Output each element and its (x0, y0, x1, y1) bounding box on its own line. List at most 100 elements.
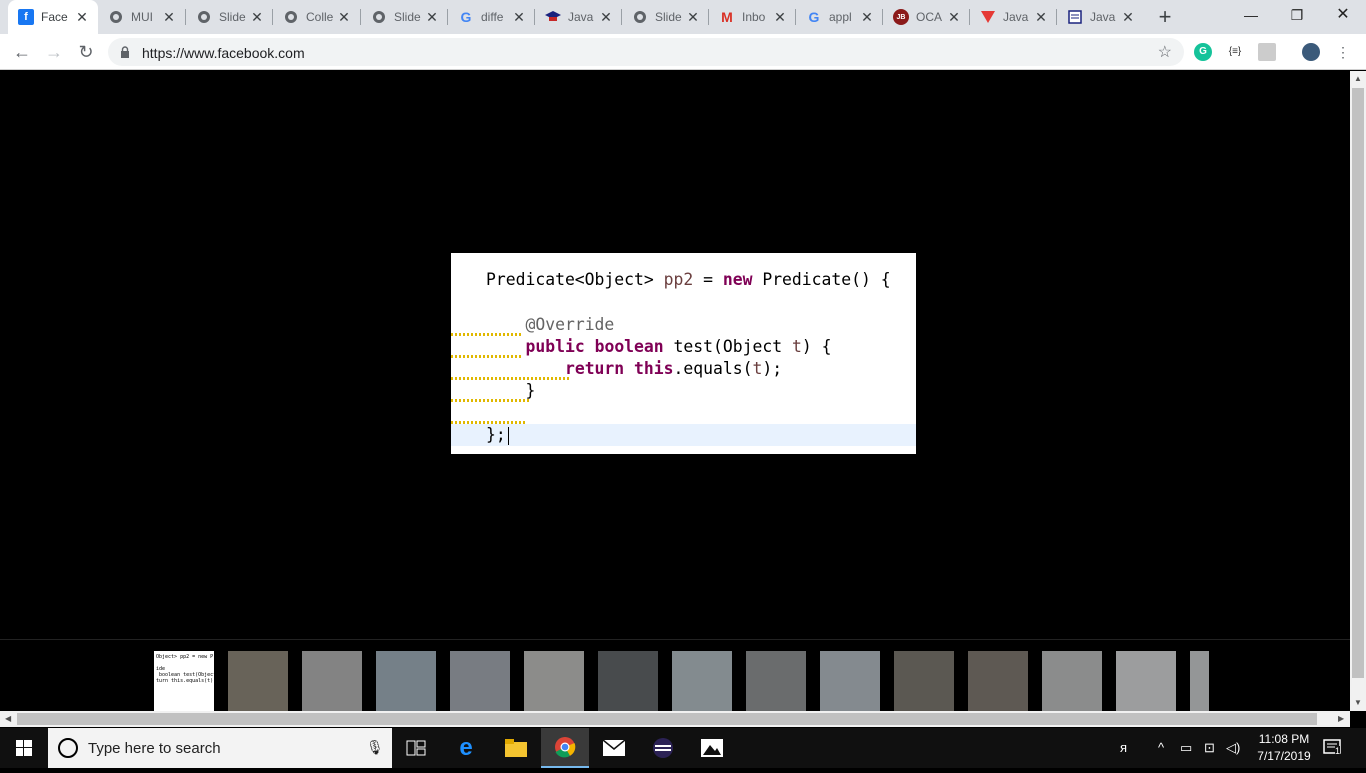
close-window-button[interactable]: ✕ (1320, 0, 1366, 30)
close-tab-icon[interactable]: ✕ (859, 9, 875, 25)
thumbnail[interactable] (672, 651, 732, 711)
close-tab-icon[interactable]: ✕ (1120, 9, 1136, 25)
tab-oca[interactable]: JB OCA ✕ (883, 0, 970, 34)
tab-mui[interactable]: MUI ✕ (98, 0, 185, 34)
json-viewer-icon[interactable]: {≡} (1226, 43, 1244, 61)
close-tab-icon[interactable]: ✕ (946, 9, 962, 25)
close-tab-icon[interactable]: ✕ (598, 9, 614, 25)
close-tab-icon[interactable]: ✕ (772, 9, 788, 25)
bookmark-star-icon[interactable]: ☆ (1158, 42, 1172, 62)
chrome-app[interactable] (541, 728, 589, 768)
scroll-left-icon[interactable]: ◀ (5, 714, 11, 723)
tab-google-apply[interactable]: G appl ✕ (796, 0, 883, 34)
scroll-right-icon[interactable]: ▶ (1338, 714, 1344, 723)
scroll-down-icon[interactable]: ▼ (1354, 698, 1362, 707)
photos-app[interactable] (688, 728, 736, 768)
close-tab-icon[interactable]: ✕ (249, 9, 265, 25)
thumbnail[interactable] (524, 651, 584, 711)
thumbnail[interactable] (598, 651, 658, 711)
new-tab-button[interactable]: + (1152, 4, 1178, 30)
tab-title: MUI (131, 10, 153, 24)
action-center-button[interactable]: 1 (1322, 738, 1346, 758)
scroll-up-icon[interactable]: ▲ (1354, 74, 1362, 83)
reload-button[interactable]: ↻ (74, 40, 98, 64)
code-line-5: return this.equals(t); (564, 359, 783, 378)
taskbar-search[interactable]: Type here to search 🎙 (48, 728, 392, 768)
system-clock[interactable]: 11:08 PM 7/17/2019 (1238, 731, 1330, 765)
microphone-icon[interactable]: 🎙 (366, 739, 384, 756)
close-tab-icon[interactable]: ✕ (1033, 9, 1049, 25)
task-view-button[interactable] (392, 728, 440, 768)
notification-count: 1 (1335, 746, 1341, 756)
avatar[interactable] (1302, 43, 1320, 61)
network-icon[interactable]: ⊡ (1204, 740, 1215, 756)
close-tab-icon[interactable]: ✕ (424, 9, 440, 25)
menu-icon[interactable]: ⋮ (1334, 43, 1352, 61)
file-explorer-app[interactable] (492, 728, 540, 768)
thumbnail[interactable] (228, 651, 288, 711)
tab-java-2[interactable]: Java ✕ (970, 0, 1057, 34)
close-tab-icon[interactable]: ✕ (336, 9, 352, 25)
close-tab-icon[interactable]: ✕ (511, 9, 527, 25)
tab-title: Inbo (742, 10, 766, 24)
grammarly-icon[interactable]: G (1194, 43, 1212, 61)
google-icon: G (460, 9, 472, 25)
eclipse-icon (653, 738, 673, 758)
close-tab-icon[interactable]: ✕ (685, 9, 701, 25)
vertical-scroll-thumb[interactable] (1352, 88, 1364, 678)
thumbnail[interactable] (746, 651, 806, 711)
mail-app[interactable] (590, 728, 638, 768)
thumbnail[interactable] (968, 651, 1028, 711)
edge-app[interactable]: e (442, 728, 490, 768)
tab-java-1[interactable]: Java ✕ (535, 0, 622, 34)
close-tab-icon[interactable]: ✕ (74, 9, 90, 25)
thumbnail[interactable] (1042, 651, 1102, 711)
close-tab-icon[interactable]: ✕ (161, 9, 177, 25)
back-button[interactable]: ← (10, 40, 34, 64)
extension-icon[interactable] (1258, 43, 1276, 61)
tab-slide-1[interactable]: Slide ✕ (186, 0, 273, 34)
tab-title: Face (41, 10, 68, 24)
people-icon[interactable]: ᴙ (1120, 740, 1127, 755)
thumbnail-selected[interactable]: Object> pp2 = new Pr ide boolean test(Ob… (154, 651, 214, 711)
restore-button[interactable]: ❐ (1274, 0, 1320, 30)
tab-java-3[interactable]: Java ✕ (1057, 0, 1144, 34)
tab-slide-3[interactable]: Slide ✕ (622, 0, 709, 34)
thumbnail[interactable] (1190, 651, 1209, 711)
eclipse-app[interactable] (639, 728, 687, 768)
text-cursor (507, 426, 509, 445)
tab-title: OCA (916, 10, 943, 24)
tab-facebook[interactable]: f Face ✕ (8, 0, 98, 34)
globe-icon (632, 9, 648, 25)
thumbnail[interactable] (302, 651, 362, 711)
code-screenshot[interactable]: Predicate<Object> pp2 = new Predicate() … (451, 253, 916, 454)
globe-icon (196, 9, 212, 25)
thumbnail[interactable] (820, 651, 880, 711)
code-line-4: public boolean test(Object t) { (525, 337, 832, 356)
tab-gmail-inbox[interactable]: M Inbo ✕ (709, 0, 796, 34)
show-hidden-icons-chevron-icon[interactable]: ^ (1158, 740, 1164, 755)
horizontal-scroll-thumb[interactable] (17, 713, 1317, 725)
code-line-6: } (486, 381, 536, 400)
thumbnail[interactable] (894, 651, 954, 711)
tab-google-diff[interactable]: G diffe ✕ (448, 0, 535, 34)
minimize-button[interactable]: — (1228, 0, 1274, 30)
facebook-icon: f (18, 9, 34, 25)
forward-button[interactable]: → (42, 40, 66, 64)
mail-icon (603, 740, 625, 756)
battery-icon[interactable]: ▭ (1180, 740, 1192, 756)
start-button[interactable] (0, 728, 48, 768)
tab-collection[interactable]: Colle ✕ (273, 0, 360, 34)
tab-title: diffe (481, 10, 504, 24)
thumbnail[interactable] (1116, 651, 1176, 711)
jb-icon: JB (893, 9, 909, 25)
thumbnail[interactable] (376, 651, 436, 711)
address-bar[interactable]: https://www.facebook.com ☆ (108, 38, 1184, 66)
tab-title: Slide (394, 10, 421, 24)
tab-slide-2[interactable]: Slide ✕ (361, 0, 448, 34)
gmail-icon: M (721, 9, 733, 25)
code-line-3: @Override (525, 315, 615, 334)
code-line-1: Predicate<Object> pp2 = new Predicate() … (486, 270, 891, 289)
clock-date: 7/17/2019 (1257, 749, 1311, 763)
thumbnail[interactable] (450, 651, 510, 711)
